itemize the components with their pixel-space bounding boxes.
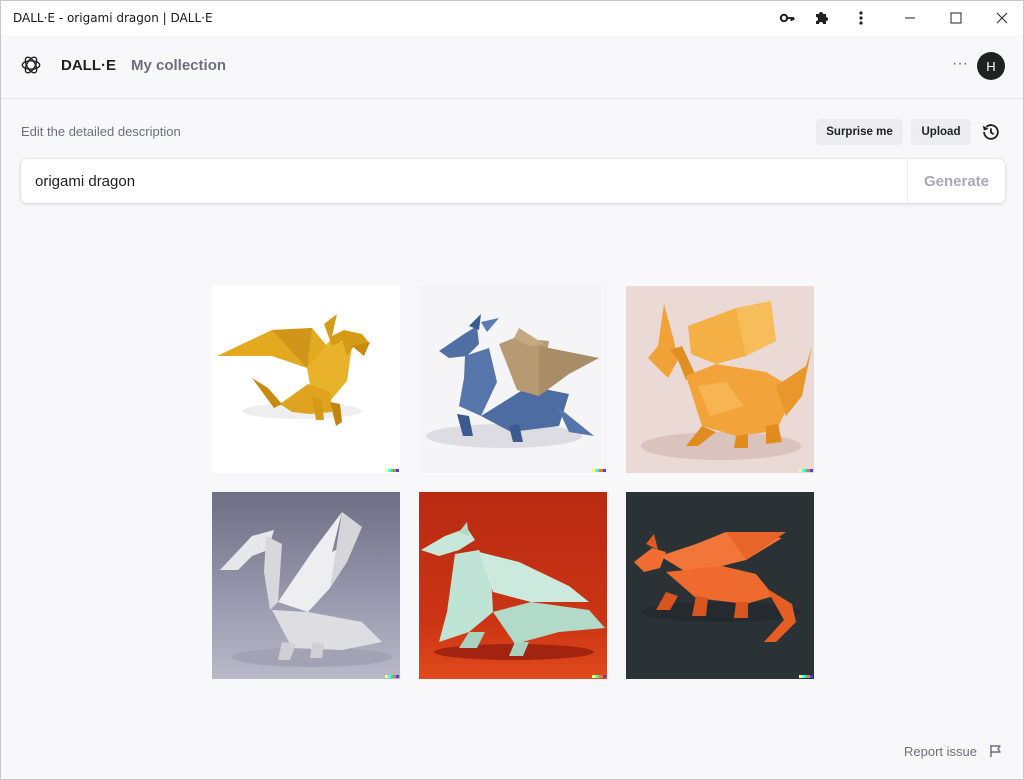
dalle-signature (592, 469, 606, 472)
result-image-5[interactable] (419, 492, 607, 679)
prompt-box: Generate (21, 159, 1005, 203)
signature-swatch (603, 469, 606, 472)
result-image-4[interactable] (212, 492, 400, 679)
app-window: DALL·E - origami dragon | DALL·E DALL·E … (0, 0, 1024, 780)
result-image-3[interactable] (626, 286, 814, 473)
dragon-image (212, 492, 400, 679)
dalle-signature (799, 469, 813, 472)
result-image-6[interactable] (626, 492, 814, 679)
dragon-image (626, 492, 814, 679)
report-issue-link[interactable]: Report issue (904, 744, 977, 759)
signature-swatch (396, 469, 399, 472)
title-bar: DALL·E - origami dragon | DALL·E (1, 1, 1023, 35)
app-header: DALL·E My collection ··· H (1, 35, 1023, 99)
openai-logo-icon[interactable] (20, 54, 42, 76)
surprise-me-button[interactable]: Surprise me (816, 119, 903, 145)
user-avatar[interactable]: H (977, 52, 1005, 80)
minimize-button[interactable] (887, 1, 933, 35)
dragon-image (212, 286, 400, 473)
history-icon[interactable] (980, 121, 1002, 143)
generate-button[interactable]: Generate (907, 159, 1005, 203)
close-button[interactable] (979, 1, 1024, 35)
window-title: DALL·E - origami dragon | DALL·E (13, 11, 213, 25)
signature-swatch (396, 675, 399, 678)
puzzle-icon[interactable] (812, 8, 832, 28)
brand-name[interactable]: DALL·E (61, 57, 116, 74)
dragon-image (626, 286, 814, 473)
dalle-signature (385, 675, 399, 678)
signature-swatch (810, 469, 813, 472)
prompt-label: Edit the detailed description (21, 124, 181, 139)
flag-icon[interactable] (989, 744, 1003, 758)
key-icon[interactable] (777, 8, 797, 28)
dalle-signature (592, 675, 606, 678)
prompt-input[interactable] (21, 159, 906, 203)
result-image-2[interactable] (419, 286, 607, 473)
dalle-signature (385, 469, 399, 472)
dalle-signature (799, 675, 813, 678)
more-options-button[interactable]: ··· (949, 55, 971, 77)
nav-my-collection[interactable]: My collection (131, 57, 226, 74)
dragon-image (419, 286, 607, 473)
signature-swatch (810, 675, 813, 678)
dragon-image (419, 492, 607, 679)
signature-swatch (603, 675, 606, 678)
kebab-menu-icon[interactable] (851, 8, 871, 28)
result-image-1[interactable] (212, 286, 400, 473)
maximize-button[interactable] (933, 1, 979, 35)
upload-button[interactable]: Upload (911, 119, 971, 145)
